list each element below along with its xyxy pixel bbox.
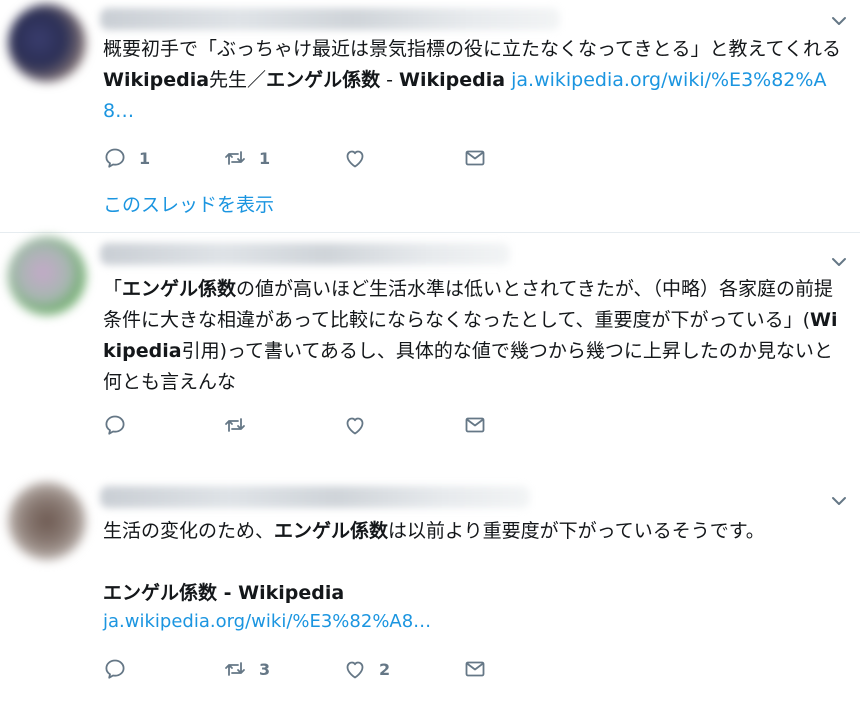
like-count: 2 — [379, 659, 391, 679]
text-run: 「 — [103, 278, 123, 300]
tweet-actions — [103, 413, 623, 437]
retweet-count: 1 — [259, 148, 271, 168]
message-icon — [465, 150, 485, 166]
reply-icon — [105, 148, 125, 168]
text-run: 生活の変化のため、 — [103, 520, 275, 542]
message-icon — [465, 417, 485, 433]
message-icon — [465, 661, 485, 677]
text-run: 引用)って書いてあるし、具体的な値で幾つから幾つに上昇したのか見ないと何とも言え… — [103, 340, 833, 393]
avatar[interactable] — [8, 237, 86, 315]
bold-text: Wikipedia — [399, 69, 506, 91]
tweet-actions: 1 1 — [103, 146, 623, 170]
chevron-down-icon[interactable] — [830, 253, 848, 271]
reply-button[interactable] — [103, 413, 127, 437]
tweet-text: 「エンゲル係数の値が高いほど生活水準は低いとされてきたが、（中略）各家庭の前提条… — [103, 274, 848, 398]
retweet-count: 3 — [259, 659, 271, 679]
retweet-icon — [225, 418, 245, 432]
reply-button[interactable]: 1 — [103, 146, 150, 170]
avatar[interactable] — [8, 4, 86, 82]
bold-text: エンゲル係数 — [122, 278, 237, 300]
tweet-actions: 3 2 — [103, 657, 623, 681]
message-button[interactable] — [463, 657, 487, 681]
tweet-3[interactable]: 生活の変化のため、エンゲル係数は以前より重要度が下がっているそうです。 エンゲル… — [0, 470, 860, 720]
chevron-down-icon[interactable] — [830, 492, 848, 510]
tweet-text: 生活の変化のため、エンゲル係数は以前より重要度が下がっているそうです。 — [103, 516, 848, 547]
reply-button[interactable] — [103, 657, 127, 681]
retweet-button[interactable]: 3 — [223, 657, 270, 681]
tweet-text: 概要初手で「ぶっちゃけ最近は景気指標の役に立たなくなってきとる」と教えてくれる W… — [103, 34, 848, 127]
reply-icon — [105, 415, 125, 435]
text-run: 概要初手で「ぶっちゃけ最近は景気指標の役に立たなくなってきとる」と教えてくれる — [103, 38, 841, 60]
reply-count: 1 — [139, 148, 151, 168]
card-title-main: エンゲル係数 — [103, 582, 218, 604]
bold-text: エンゲル係数 — [274, 520, 389, 542]
link-card-title[interactable]: エンゲル係数 - Wikipedia — [103, 578, 344, 605]
retweet-icon — [225, 151, 245, 165]
avatar[interactable] — [8, 482, 86, 560]
text-run: 先生／ — [209, 69, 267, 91]
retweet-button[interactable] — [223, 413, 247, 437]
like-icon — [346, 661, 364, 679]
retweet-icon — [225, 662, 245, 676]
tweet-header-blurred — [100, 8, 560, 30]
like-button[interactable] — [343, 146, 379, 170]
text-run: - — [380, 69, 400, 91]
tweet-2[interactable]: 「エンゲル係数の値が高いほど生活水準は低いとされてきたが、（中略）各家庭の前提条… — [0, 233, 860, 463]
reply-icon — [105, 659, 125, 679]
like-icon — [346, 150, 364, 168]
bold-text: エンゲル係数 — [266, 69, 381, 91]
like-icon — [346, 417, 364, 435]
link-card-url[interactable]: ja.wikipedia.org/wiki/%E3%82%A8… — [103, 611, 431, 632]
message-button[interactable] — [463, 413, 487, 437]
tweet-header-blurred — [100, 243, 510, 265]
like-button[interactable] — [343, 413, 367, 437]
text-run: は以前より重要度が下がっているそうです。 — [388, 520, 765, 542]
card-title-suffix: - Wikipedia — [217, 582, 345, 604]
tweet-header-blurred — [100, 486, 530, 508]
show-thread-link[interactable]: このスレッドを表示 — [103, 190, 274, 217]
like-button[interactable]: 2 — [343, 657, 390, 681]
chevron-down-icon[interactable] — [830, 12, 848, 30]
bold-text: Wikipedia — [103, 69, 210, 91]
retweet-button[interactable]: 1 — [223, 146, 270, 170]
message-button[interactable] — [463, 146, 487, 170]
tweet-1[interactable]: 概要初手で「ぶっちゃけ最近は景気指標の役に立たなくなってきとる」と教えてくれる W… — [0, 0, 860, 232]
